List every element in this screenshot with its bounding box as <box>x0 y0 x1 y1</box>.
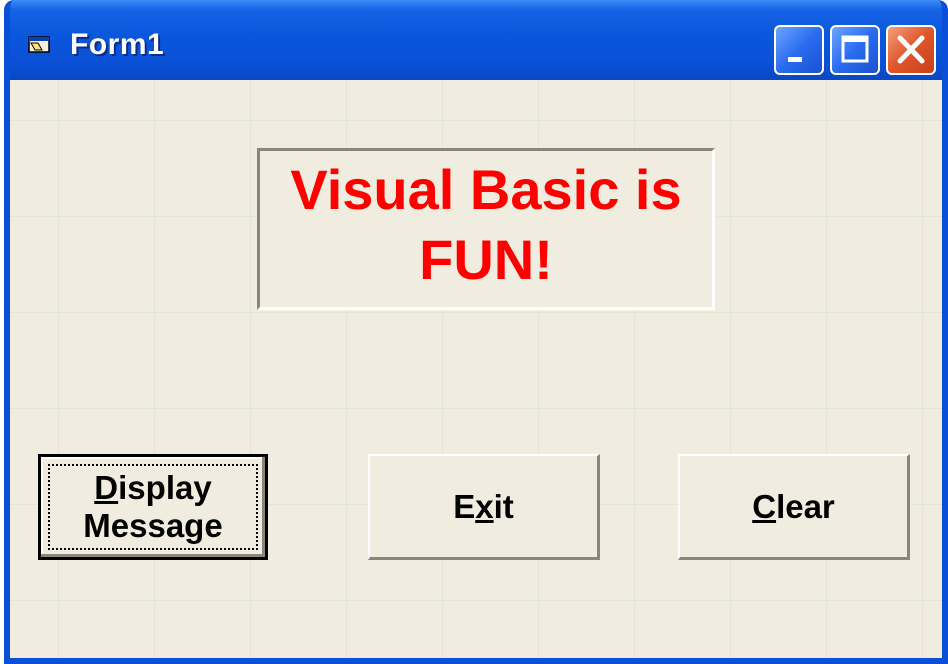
exit-button-label: Exit <box>453 488 514 526</box>
minimize-icon <box>788 57 802 62</box>
clear-button-label: Clear <box>752 488 835 526</box>
display-button-line-1-rest: isplay <box>118 469 212 506</box>
exit-label-post: it <box>493 487 514 525</box>
display-button-line-2: Message <box>83 507 223 544</box>
window-title: Form1 <box>70 28 165 61</box>
exit-accelerator: x <box>475 487 494 525</box>
close-icon <box>897 35 925 64</box>
maximize-icon <box>841 35 869 63</box>
form-client-area: Visual Basic is FUN! Display Message Exi… <box>10 80 942 658</box>
display-message-button[interactable]: Display Message <box>38 454 268 560</box>
clear-accelerator: C <box>752 487 777 525</box>
message-line-1: Visual Basic is <box>290 158 682 221</box>
minimize-button[interactable] <box>774 25 824 75</box>
maximize-button[interactable] <box>830 25 880 75</box>
message-line-2: FUN! <box>419 228 553 291</box>
message-label: Visual Basic is FUN! <box>257 148 715 310</box>
exit-button[interactable]: Exit <box>368 454 600 560</box>
vb-form-icon[interactable] <box>28 34 52 54</box>
clear-button[interactable]: Clear <box>678 454 910 560</box>
display-button-line-1: Display <box>94 469 211 507</box>
close-button[interactable] <box>886 25 936 75</box>
title-bar[interactable]: Form1 <box>10 0 942 80</box>
exit-label-pre: E <box>453 487 476 525</box>
form-window: Form1 Visual Basic is FUN! Display Messa… <box>4 0 948 664</box>
clear-label-rest: lear <box>776 487 835 525</box>
display-accelerator: D <box>94 469 119 506</box>
